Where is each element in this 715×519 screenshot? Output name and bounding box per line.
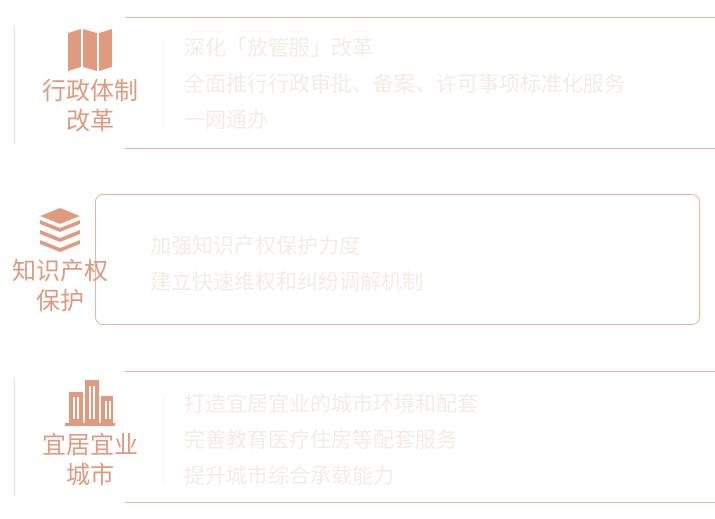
section-1-content: 深化「放管服」改革 全面推行行政审批、备案、许可事项标准化服务 一网通办 bbox=[184, 36, 625, 132]
section-2-header: 知识产权 保护 bbox=[0, 206, 120, 316]
section-3-separator bbox=[163, 394, 164, 482]
section-3-header: 宜居宜业 城市 bbox=[30, 378, 150, 490]
section-2-label: 知识产权 保护 bbox=[12, 257, 108, 315]
section-1-separator bbox=[163, 40, 164, 128]
section-3-left-rule bbox=[14, 378, 15, 496]
section-1-label: 行政体制 改革 bbox=[42, 77, 138, 135]
folded-map-icon bbox=[68, 29, 112, 71]
section-3-label: 宜居宜业 城市 bbox=[42, 431, 138, 489]
section-1-left-rule bbox=[14, 26, 15, 144]
section-2-content: 加强知识产权保护力度 建立快速维权和纠纷调解机制 bbox=[150, 234, 423, 294]
city-buildings-icon bbox=[65, 380, 115, 426]
book-stack-icon bbox=[40, 208, 80, 252]
section-3-content: 打造宜居宜业的城市环境和配套 完善教育医疗住房等配套服务 提升城市综合承载能力 bbox=[184, 392, 478, 488]
section-1-header: 行政体制 改革 bbox=[30, 28, 150, 136]
